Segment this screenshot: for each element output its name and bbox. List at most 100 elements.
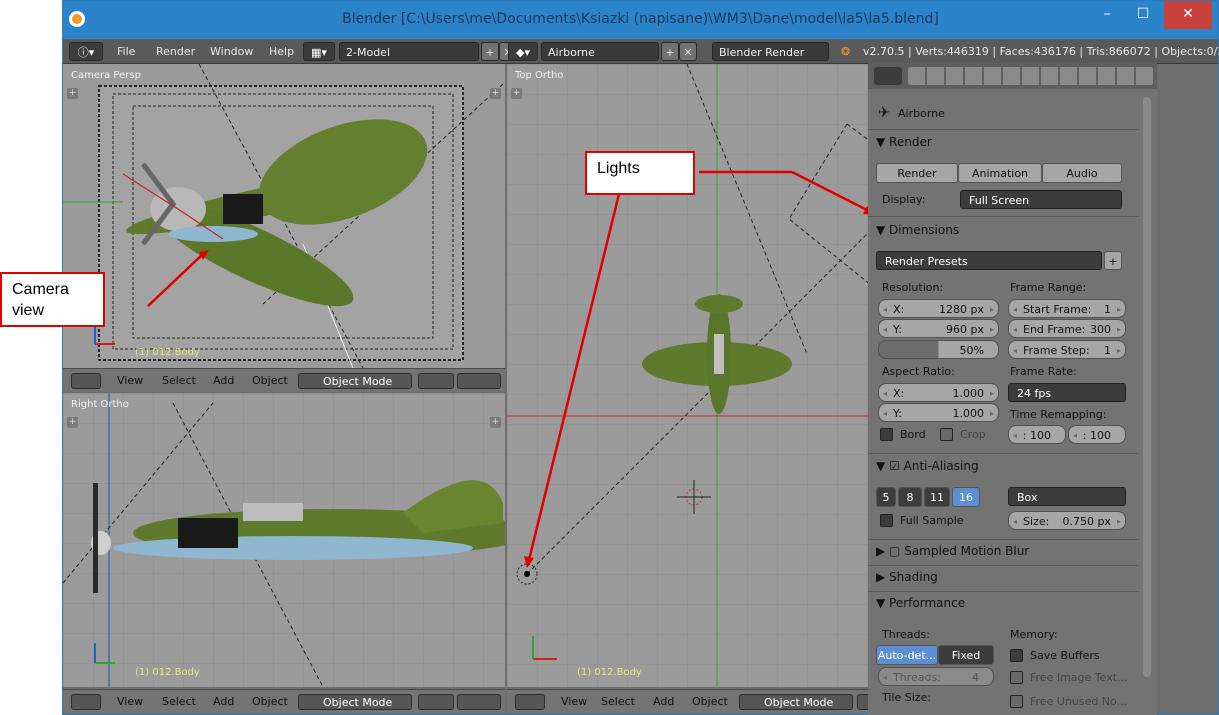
- viewport-label: Top Ortho: [515, 70, 564, 81]
- view-menu[interactable]: View: [117, 373, 143, 389]
- audio-button[interactable]: Audio: [1042, 163, 1122, 183]
- active-object-label: (1) 012.Body: [135, 347, 200, 358]
- editor-type-icon[interactable]: [71, 373, 101, 389]
- properties-toggle-icon[interactable]: +: [490, 88, 501, 99]
- screen-layout-icon[interactable]: ▦▾: [303, 42, 335, 61]
- threads-label: Threads:: [882, 628, 930, 641]
- dimensions-section-title[interactable]: ▼ Dimensions: [876, 223, 959, 237]
- right-ortho-viewport[interactable]: Right Ortho (1) 012.Body + +: [63, 393, 505, 687]
- remap-new-field[interactable]: ◂: 100: [1068, 425, 1126, 444]
- pin-icon[interactable]: ✈: [878, 105, 890, 121]
- active-object-label: (1) 012.Body: [135, 667, 200, 678]
- properties-scrollbar[interactable]: [1143, 97, 1151, 677]
- add-preset-icon[interactable]: +: [1104, 251, 1122, 270]
- menu-window[interactable]: Window: [210, 42, 253, 61]
- editor-type-icon[interactable]: [515, 694, 545, 710]
- border-label: Bord: [900, 428, 926, 441]
- memory-label: Memory:: [1010, 628, 1058, 641]
- aa-sample-11[interactable]: 11: [924, 487, 950, 507]
- add-menu[interactable]: Add: [213, 694, 234, 710]
- minimize-button[interactable]: –: [1092, 1, 1122, 29]
- toolshelf-toggle-icon[interactable]: +: [511, 88, 522, 99]
- toolshelf-toggle-icon[interactable]: +: [67, 88, 78, 99]
- frame-step-field[interactable]: ◂ Frame Step: 1 ▸: [1008, 340, 1126, 359]
- save-buffers-label: Save Buffers: [1030, 649, 1100, 662]
- shading-section-title[interactable]: ▶ Shading: [876, 570, 938, 584]
- menu-render[interactable]: Render: [156, 42, 195, 61]
- aspect-y-field[interactable]: ◂ Y: 1.000 ▸: [878, 403, 999, 422]
- editor-type-icon[interactable]: [874, 67, 902, 85]
- display-label: Display:: [882, 193, 926, 206]
- frame-rate-select[interactable]: 24 fps: [1008, 383, 1126, 402]
- performance-section-title[interactable]: ▼ Performance: [876, 596, 965, 610]
- time-remapping-label: Time Remapping:: [1010, 408, 1107, 421]
- editor-type-info-icon[interactable]: ⓘ▾: [69, 42, 103, 61]
- aa-sample-8[interactable]: 8: [898, 487, 922, 507]
- scene-selector-icon[interactable]: ◆▾: [508, 42, 538, 61]
- start-frame-field[interactable]: ◂ Start Frame: 1 ▸: [1008, 299, 1126, 318]
- display-select[interactable]: Full Screen: [960, 190, 1122, 209]
- crop-checkbox[interactable]: [940, 428, 953, 441]
- render-button[interactable]: Render: [876, 163, 958, 183]
- end-frame-field[interactable]: ◂ End Frame: 300 ▸: [1008, 319, 1126, 338]
- resolution-y-field[interactable]: ◂ Y: 960 px ▸: [878, 319, 999, 338]
- aa-size-field[interactable]: ◂ Size: 0.750 px ▸: [1008, 511, 1126, 530]
- menu-help[interactable]: Help: [269, 42, 294, 61]
- view-menu[interactable]: View: [561, 694, 587, 710]
- scene-field[interactable]: Airborne: [541, 42, 659, 61]
- object-mode-select[interactable]: Object Mode: [298, 373, 412, 389]
- render-presets-select[interactable]: Render Presets: [876, 251, 1102, 270]
- add-layout-icon[interactable]: +: [481, 42, 499, 61]
- object-mode-select[interactable]: Object Mode: [739, 694, 853, 710]
- select-menu[interactable]: Select: [162, 694, 196, 710]
- camera-viewport[interactable]: Camera Persp (1) 012.Body + +: [63, 64, 505, 368]
- add-menu[interactable]: Add: [213, 373, 234, 389]
- save-buffers-checkbox[interactable]: [1010, 649, 1023, 662]
- render-section-title[interactable]: ▼ Render: [876, 135, 932, 149]
- menu-file[interactable]: File: [117, 42, 135, 61]
- camera-view-canvas: [63, 64, 504, 368]
- full-sample-checkbox[interactable]: [880, 514, 893, 527]
- pivot-point-icon[interactable]: [457, 373, 501, 389]
- editor-type-icon[interactable]: [71, 694, 101, 710]
- aa-sample-5[interactable]: 5: [876, 487, 896, 507]
- render-engine-select[interactable]: Blender Render: [712, 42, 829, 61]
- anti-aliasing-section-title[interactable]: ▼ ☑ Anti-Aliasing: [876, 459, 979, 473]
- object-menu[interactable]: Object: [252, 373, 288, 389]
- screen-layout-field[interactable]: 2-Model: [339, 42, 479, 61]
- view-menu[interactable]: View: [117, 694, 143, 710]
- object-mode-select[interactable]: Object Mode: [298, 694, 412, 710]
- border-checkbox[interactable]: [880, 428, 893, 441]
- title-bar[interactable]: Blender [C:\Users\me\Documents\Ksiazki (…: [63, 1, 1218, 39]
- motion-blur-section-title[interactable]: ▶ ▢ Sampled Motion Blur: [876, 544, 1029, 558]
- context-tabs[interactable]: [908, 67, 1153, 85]
- aa-filter-select[interactable]: Box: [1008, 487, 1126, 506]
- frame-range-label: Frame Range:: [1010, 281, 1087, 294]
- threads-auto-detect-button[interactable]: Auto-det...: [876, 645, 938, 665]
- resolution-x-field[interactable]: ◂ X: 1280 px ▸: [878, 299, 999, 318]
- pivot-point-icon[interactable]: [457, 694, 501, 710]
- aspect-x-field[interactable]: ◂ X: 1.000 ▸: [878, 383, 999, 402]
- add-menu[interactable]: Add: [653, 694, 674, 710]
- aa-sample-16[interactable]: 16: [952, 487, 980, 507]
- free-image-textures-checkbox[interactable]: [1010, 671, 1023, 684]
- free-unused-nodes-checkbox[interactable]: [1010, 695, 1023, 708]
- add-scene-icon[interactable]: +: [661, 42, 679, 61]
- viewport-shading-icon[interactable]: [418, 373, 454, 389]
- viewport-label: Right Ortho: [71, 399, 129, 410]
- properties-toggle-icon[interactable]: +: [490, 417, 501, 428]
- object-menu[interactable]: Object: [252, 694, 288, 710]
- close-button[interactable]: ✕: [1164, 1, 1212, 29]
- viewport-shading-icon[interactable]: [418, 694, 454, 710]
- select-menu[interactable]: Select: [162, 373, 196, 389]
- object-menu[interactable]: Object: [692, 694, 728, 710]
- toolshelf-toggle-icon[interactable]: +: [67, 417, 78, 428]
- maximize-button[interactable]: ☐: [1128, 1, 1158, 29]
- resolution-percentage-slider[interactable]: 50%: [878, 340, 999, 359]
- threads-count-field[interactable]: ◂ Threads: 4: [878, 667, 994, 686]
- animation-button[interactable]: Animation: [958, 163, 1042, 183]
- threads-fixed-button[interactable]: Fixed: [938, 645, 994, 665]
- delete-scene-icon[interactable]: ✕: [679, 42, 697, 61]
- select-menu[interactable]: Select: [601, 694, 635, 710]
- remap-old-field[interactable]: ◂: 100: [1008, 425, 1066, 444]
